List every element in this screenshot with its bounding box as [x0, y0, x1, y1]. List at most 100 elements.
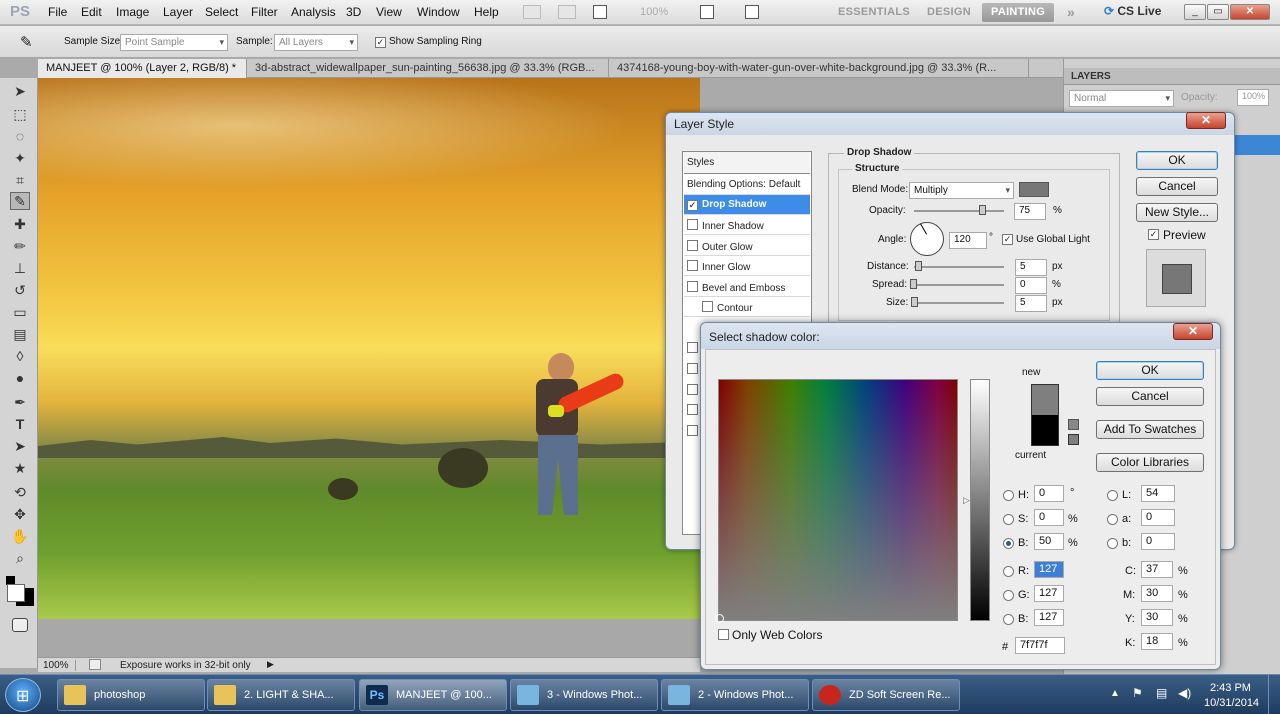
distance-slider-track[interactable]	[914, 266, 1004, 268]
clock-time[interactable]: 2:43 PM	[1210, 682, 1251, 694]
clone-stamp-icon[interactable]: ⊥	[10, 260, 30, 278]
field-blue[interactable]: 127	[1034, 609, 1064, 626]
close-button[interactable]: ✕	[1230, 4, 1270, 20]
status-zoom[interactable]: 100%	[43, 660, 76, 671]
workspace-more-icon[interactable]: »	[1058, 1, 1084, 20]
blur-tool-icon[interactable]: ◊	[10, 348, 30, 366]
radio-a[interactable]	[1107, 514, 1118, 525]
path-select-icon[interactable]: ➤	[10, 438, 30, 456]
global-light-checkbox[interactable]: ✓	[1002, 234, 1013, 245]
taskbar-light-shadow-folder[interactable]: 2. LIGHT & SHA...	[207, 679, 355, 711]
field-a[interactable]: 0	[1141, 509, 1175, 526]
volume-icon[interactable]: ◀)	[1178, 686, 1191, 700]
bridge-icon[interactable]	[523, 5, 541, 19]
hand-tool-icon[interactable]: ✋	[10, 528, 30, 546]
menu-select[interactable]: Select	[205, 5, 238, 19]
contour-checkbox[interactable]	[702, 301, 713, 312]
radio-blue[interactable]	[1003, 614, 1014, 625]
style-checkbox-11[interactable]	[687, 404, 698, 415]
opacity-slider-track[interactable]	[914, 210, 1004, 212]
web-safe-swatch[interactable]	[1068, 434, 1079, 445]
lasso-tool-icon[interactable]: ◌	[10, 128, 30, 146]
taskbar-photoshop-folder[interactable]: photoshop	[57, 679, 205, 711]
styles-header[interactable]: Styles	[684, 152, 810, 174]
web-safe-warning-icon[interactable]	[1068, 419, 1079, 430]
action-center-icon[interactable]: ⚑	[1132, 686, 1143, 700]
field-s[interactable]: 0	[1034, 509, 1064, 526]
brush-tool-icon[interactable]: ✏	[10, 238, 30, 256]
color-picker-cancel-button[interactable]: Cancel	[1096, 387, 1204, 406]
radio-r[interactable]	[1003, 566, 1014, 577]
extras-icon[interactable]	[593, 5, 607, 19]
history-brush-icon[interactable]: ↺	[10, 282, 30, 300]
menu-3d[interactable]: 3D	[346, 5, 361, 19]
marquee-tool-icon[interactable]: ⬚	[10, 106, 30, 124]
eyedropper-icon[interactable]: ✎	[20, 33, 33, 51]
style-outer-glow[interactable]: Outer Glow	[684, 236, 810, 256]
radio-l[interactable]	[1107, 490, 1118, 501]
screen-mode-icon[interactable]	[745, 5, 759, 19]
tab-manjeet[interactable]: MANJEET @ 100% (Layer 2, RGB/8) *	[38, 59, 247, 78]
menu-image[interactable]: Image	[116, 5, 149, 19]
layers-opacity-value[interactable]: 100%	[1237, 89, 1269, 106]
layer-style-ok-button[interactable]: OK	[1136, 151, 1218, 170]
selected-layer-row[interactable]	[1234, 135, 1280, 155]
radio-b[interactable]	[1003, 538, 1014, 549]
drop-shadow-checkbox[interactable]: ✓	[687, 200, 698, 211]
type-tool-icon[interactable]: T	[10, 416, 30, 434]
cs-live-button[interactable]: ⟳ CS Live	[1104, 4, 1161, 18]
field-m[interactable]: 30	[1141, 585, 1173, 602]
show-ring-checkbox[interactable]: ✓	[375, 37, 386, 48]
layer-style-cancel-button[interactable]: Cancel	[1136, 177, 1218, 196]
ls-distance-field[interactable]: 5	[1015, 259, 1047, 276]
status-arrow-icon[interactable]: ▶	[267, 659, 274, 670]
spread-slider-track[interactable]	[912, 284, 1004, 286]
color-field-cursor[interactable]	[715, 614, 724, 623]
distance-slider-thumb[interactable]	[915, 261, 922, 271]
eraser-tool-icon[interactable]: ▭	[10, 304, 30, 322]
taskbar-photo-viewer-2[interactable]: 2 - Windows Phot...	[661, 679, 809, 711]
shape-tool-icon[interactable]: ★	[10, 460, 30, 478]
angle-dial[interactable]	[910, 222, 944, 256]
inner-shadow-checkbox[interactable]	[687, 219, 698, 230]
color-libraries-button[interactable]: Color Libraries	[1096, 453, 1204, 472]
minimize-button[interactable]: _	[1184, 4, 1206, 20]
taskbar-screen-recorder[interactable]: ZD Soft Screen Re...	[812, 679, 960, 711]
radio-h[interactable]	[1003, 490, 1014, 501]
field-g[interactable]: 127	[1034, 585, 1064, 602]
field-k[interactable]: 18	[1141, 633, 1173, 650]
clock-date[interactable]: 10/31/2014	[1204, 697, 1259, 709]
color-picker-close-button[interactable]: ✕	[1173, 323, 1213, 340]
style-checkbox-12[interactable]	[687, 425, 698, 436]
hex-field[interactable]: 7f7f7f	[1015, 637, 1065, 654]
start-button[interactable]: ⊞	[5, 678, 41, 712]
status-icon[interactable]	[89, 659, 101, 670]
field-c[interactable]: 37	[1141, 561, 1173, 578]
menu-help[interactable]: Help	[474, 5, 499, 19]
quick-select-icon[interactable]: ✦	[10, 150, 30, 168]
add-to-swatches-button[interactable]: Add To Swatches	[1096, 420, 1204, 439]
foreground-color-swatch[interactable]	[7, 584, 25, 602]
network-icon[interactable]: ▤	[1156, 686, 1167, 700]
menu-window[interactable]: Window	[417, 5, 460, 19]
current-color-swatch[interactable]	[1031, 415, 1059, 446]
move-tool-icon[interactable]: ➤	[10, 83, 30, 101]
field-b[interactable]: 50	[1034, 533, 1064, 550]
outer-glow-checkbox[interactable]	[687, 240, 698, 251]
menu-file[interactable]: File	[48, 5, 67, 19]
layers-panel-title[interactable]: LAYERS	[1071, 71, 1111, 82]
sample-size-select[interactable]: Point Sample	[120, 34, 228, 51]
ls-blend-mode-select[interactable]: Multiply	[909, 182, 1014, 199]
eyedropper-tool-icon[interactable]: ✎	[10, 192, 30, 210]
size-slider-track[interactable]	[912, 302, 1004, 304]
minibridge-icon[interactable]	[558, 5, 576, 19]
inner-glow-checkbox[interactable]	[687, 260, 698, 271]
style-contour[interactable]: Contour	[684, 297, 810, 317]
radio-s[interactable]	[1003, 514, 1014, 525]
tab-sun-painting[interactable]: 3d-abstract_widewallpaper_sun-painting_5…	[247, 59, 609, 78]
taskbar-photoshop-doc[interactable]: Ps MANJEET @ 100...	[359, 679, 507, 711]
slider-left-arrow-icon[interactable]: ▷	[963, 495, 970, 506]
quick-mask-icon[interactable]	[12, 618, 28, 632]
style-inner-glow[interactable]: Inner Glow	[684, 256, 810, 276]
style-checkbox-8[interactable]	[687, 342, 698, 353]
